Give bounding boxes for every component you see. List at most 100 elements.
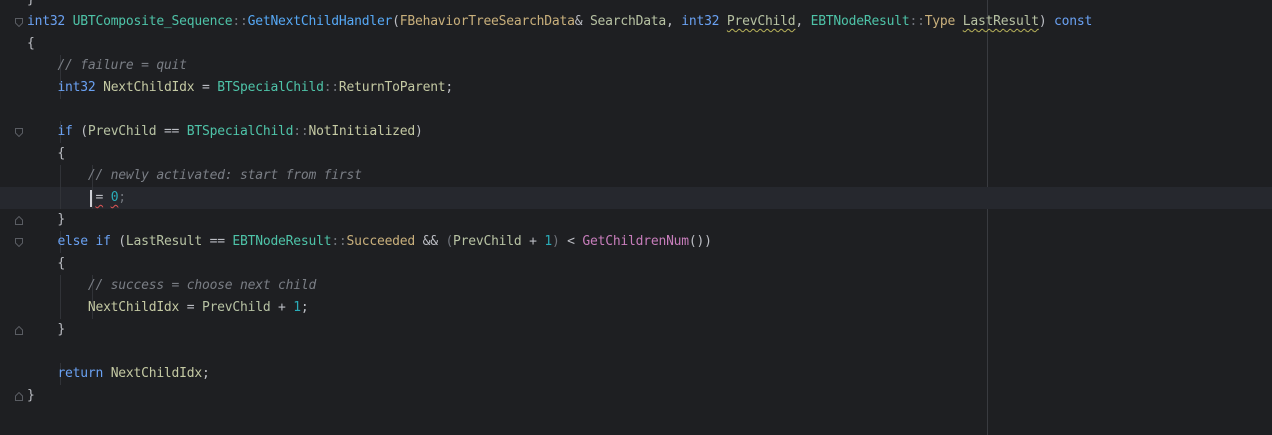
code-line[interactable]: { <box>0 253 1272 275</box>
code-token: SearchData <box>589 14 667 29</box>
code-line[interactable]: } <box>0 385 1272 407</box>
code-token: ()) <box>688 234 712 249</box>
code-token: ) <box>551 234 560 249</box>
code-token: :: <box>232 14 248 29</box>
code-line-text: { <box>27 33 35 55</box>
code-token: else if <box>57 234 111 249</box>
code-token: // newly activated: start from first <box>87 168 362 183</box>
code-token: } <box>27 322 66 337</box>
code-token: LastResult <box>125 234 202 249</box>
code-token: int32 <box>681 14 720 29</box>
code-token: PrevChild <box>201 300 271 315</box>
code-editor[interactable]: }int32 UBTComposite_Sequence::GetNextChi… <box>0 0 1272 435</box>
code-line-text: } <box>27 319 65 341</box>
code-line[interactable] <box>0 99 1272 121</box>
code-token: } <box>27 388 35 403</box>
code-token: FBehaviorTreeSearchData <box>399 14 575 29</box>
code-token: ; <box>201 366 210 381</box>
code-token: { <box>27 256 66 271</box>
code-line-text: int32 NextChildIdx = BTSpecialChild::Ret… <box>27 77 453 99</box>
code-token: < <box>559 234 583 249</box>
code-line[interactable]: // failure = quit <box>0 55 1272 77</box>
code-token: NextChildIdx <box>87 300 180 315</box>
code-token: 1 <box>544 234 552 249</box>
code-token: const <box>1054 14 1093 29</box>
code-token: :: <box>323 80 339 95</box>
code-token: ( <box>445 234 454 249</box>
code-token: :: <box>331 234 347 249</box>
code-token: GetChildrenNum <box>582 234 689 249</box>
code-line[interactable]: } <box>0 209 1272 231</box>
code-line[interactable]: if (PrevChild == BTSpecialChild::NotInit… <box>0 121 1272 143</box>
code-line[interactable]: // newly activated: start from first <box>0 165 1272 187</box>
code-line[interactable]: int32 UBTComposite_Sequence::GetNextChil… <box>0 11 1272 33</box>
code-token: Succeeded <box>346 234 416 249</box>
code-line[interactable]: { <box>0 33 1272 55</box>
code-token: Type <box>924 14 956 29</box>
code-token: // success = choose next child <box>87 278 317 293</box>
code-line[interactable]: else if (LastResult == EBTNodeResult::Su… <box>0 231 1272 253</box>
code-token: return <box>57 366 104 381</box>
code-token: == <box>156 124 187 139</box>
code-token: ( <box>110 234 126 249</box>
code-line-text: = 0; <box>27 187 126 209</box>
code-token: && <box>415 234 446 249</box>
code-token: { <box>27 146 66 161</box>
code-token: { <box>27 36 35 51</box>
code-token: UBTComposite_Sequence <box>72 14 233 29</box>
code-token: ( <box>72 124 88 139</box>
code-token: EBTNodeResult <box>232 234 332 249</box>
code-line[interactable]: // success = choose next child <box>0 275 1272 297</box>
code-token: + <box>521 234 545 249</box>
code-line-current[interactable]: = 0; <box>0 187 1272 209</box>
code-token: if <box>57 124 73 139</box>
code-token: , <box>795 14 811 29</box>
code-line[interactable]: } <box>0 319 1272 341</box>
code-token: LastResult <box>962 14 1039 29</box>
code-token: ( <box>392 14 400 29</box>
code-line-text: int32 UBTComposite_Sequence::GetNextChil… <box>27 11 1092 33</box>
code-line[interactable]: NextChildIdx = PrevChild + 1; <box>0 297 1272 319</box>
code-token: ReturnToParent <box>338 80 446 95</box>
code-line-text: } <box>27 0 35 11</box>
code-line[interactable]: return NextChildIdx; <box>0 363 1272 385</box>
code-token: ) <box>1038 14 1055 29</box>
code-token: NextChildIdx <box>103 80 195 95</box>
code-token: PrevChild <box>453 234 522 249</box>
code-token: ; <box>118 190 126 205</box>
code-line-text: // failure = quit <box>27 55 187 77</box>
code-token: = <box>95 190 104 205</box>
code-line[interactable]: { <box>0 143 1272 165</box>
code-token: BTSpecialChild <box>217 80 324 95</box>
code-line-text: } <box>27 385 35 407</box>
code-line-text: if (PrevChild == BTSpecialChild::NotInit… <box>27 121 422 143</box>
code-token: PrevChild <box>726 14 796 29</box>
code-line-text: { <box>27 253 65 275</box>
code-line[interactable] <box>0 341 1272 363</box>
code-token: NotInitialized <box>308 124 416 139</box>
code-line-text: // success = choose next child <box>27 275 316 297</box>
code-line[interactable]: int32 NextChildIdx = BTSpecialChild::Ret… <box>0 77 1272 99</box>
code-token: = <box>179 300 202 315</box>
code-token: ; <box>300 300 309 315</box>
code-line-text: return NextChildIdx; <box>27 363 210 385</box>
code-line-text: else if (LastResult == EBTNodeResult::Su… <box>27 231 712 253</box>
code-token: int32 <box>27 14 66 29</box>
code-token: PrevChild <box>87 124 157 139</box>
code-token: + <box>270 300 294 315</box>
code-line[interactable]: } <box>0 0 1272 11</box>
code-token: 1 <box>293 300 301 315</box>
code-token: :: <box>293 124 309 139</box>
code-line-text: // newly activated: start from first <box>27 165 362 187</box>
